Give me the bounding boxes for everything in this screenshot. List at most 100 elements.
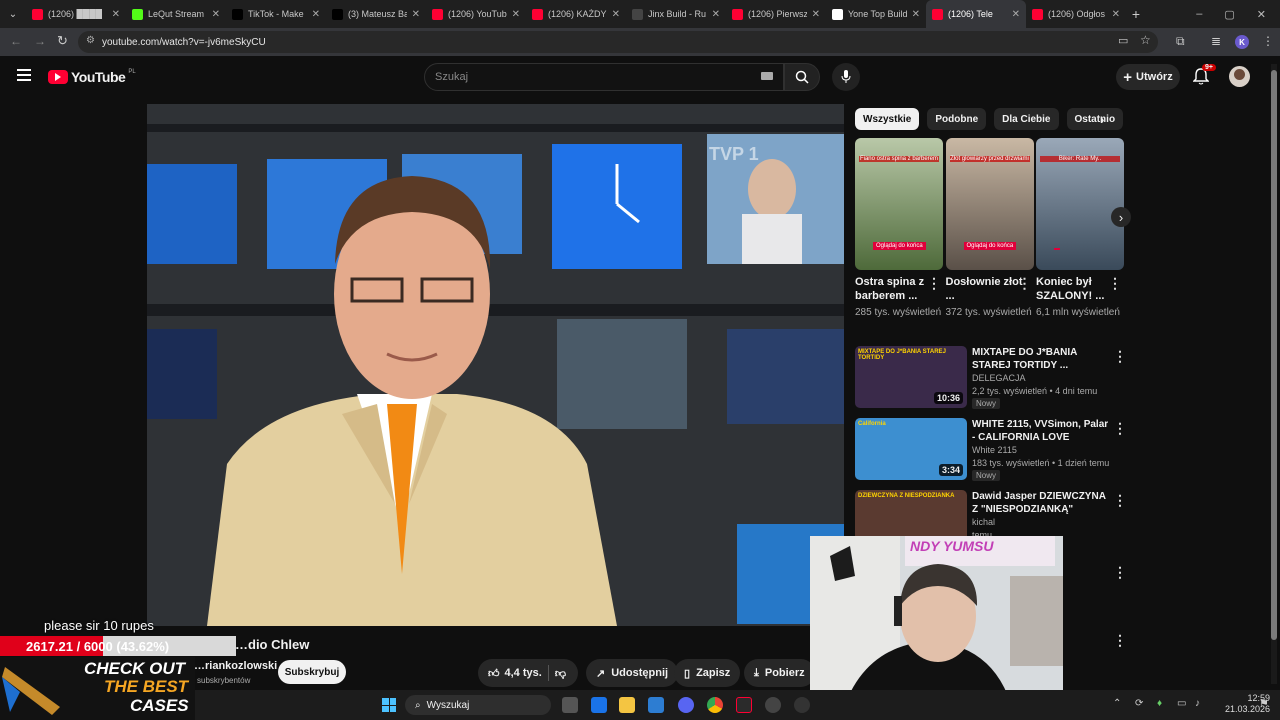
windows-start-icon[interactable] <box>382 698 396 712</box>
more-options-icon[interactable]: ⋮ <box>1018 275 1032 292</box>
share-button[interactable]: ↗ Udostępnij <box>586 659 679 687</box>
chip-3[interactable]: Ostatnio <box>1066 108 1124 130</box>
create-button[interactable]: + Utwórz <box>1116 64 1180 90</box>
video-player[interactable]: TVP 1 <box>147 104 844 626</box>
back-icon[interactable]: ← <box>10 34 22 48</box>
tray-chevron-icon[interactable]: ⌃ <box>1113 698 1121 709</box>
tab-4[interactable]: (1206) YouTube ✕ <box>426 0 526 28</box>
more-options-icon[interactable]: ⋮ <box>1113 564 1127 581</box>
channel-name[interactable]: White 2115 <box>972 445 1017 455</box>
tab-close-icon[interactable]: ✕ <box>112 9 120 20</box>
tab-close-icon[interactable]: ✕ <box>312 9 320 20</box>
tab-3[interactable]: (3) Mateusz Ba ✕ <box>326 0 426 28</box>
tab-close-icon[interactable]: ✕ <box>512 9 520 20</box>
shorts-next-button[interactable]: › <box>1111 207 1131 227</box>
tab-2[interactable]: TikTok - Make ✕ <box>226 0 326 28</box>
tab-7[interactable]: (1206) Pierwsz ✕ <box>726 0 826 28</box>
tab-close-icon[interactable]: ✕ <box>812 9 820 20</box>
app-icon[interactable] <box>794 697 810 713</box>
keyboard-icon[interactable] <box>761 72 773 80</box>
maximize-icon[interactable]: ▢ <box>1224 8 1234 21</box>
chrome-icon[interactable] <box>707 697 723 713</box>
obs-icon[interactable] <box>736 697 752 713</box>
tray-mic-icon[interactable]: ♦ <box>1157 698 1162 709</box>
tab-close-icon[interactable]: ✕ <box>612 9 620 20</box>
taskbar-search[interactable]: ⌕ Wyszukaj <box>405 695 551 715</box>
voice-search-button[interactable] <box>832 63 860 91</box>
like-button[interactable]: 👍︎ 4,4 tys. <box>488 667 542 680</box>
tab-close-icon[interactable]: ✕ <box>1012 9 1020 20</box>
volume-icon[interactable]: ♪ <box>1195 698 1200 709</box>
channel-name[interactable]: DELEGACJA <box>972 373 1026 383</box>
chip-0[interactable]: Wszystkie <box>855 108 920 130</box>
profile-avatar[interactable]: K <box>1235 35 1249 49</box>
tab-5[interactable]: (1206) KAŻDY ✕ <box>526 0 626 28</box>
short-thumbnail[interactable]: Złot glowiarzy przed drzwiami Oglądaj do … <box>945 138 1034 270</box>
subscribe-button[interactable]: Subskrybuj <box>278 660 346 684</box>
scrollbar-thumb[interactable] <box>1271 70 1277 640</box>
bookmark-star-icon[interactable]: ☆ <box>1140 33 1151 47</box>
minimize-icon[interactable]: – <box>1196 8 1202 21</box>
tab-6[interactable]: Jinx Build - Ru ✕ <box>626 0 726 28</box>
tab-1[interactable]: LeQut Stream ✕ <box>126 0 226 28</box>
chips-next-icon[interactable]: › <box>1100 112 1104 127</box>
discord-icon[interactable] <box>678 697 694 713</box>
page-scrollbar[interactable] <box>1271 64 1277 684</box>
task-view-icon[interactable] <box>562 697 578 713</box>
new-tab-button[interactable]: + <box>1126 6 1146 22</box>
search-input[interactable]: Szukaj <box>424 63 784 91</box>
thumbs-down-icon[interactable]: 👎︎ <box>555 667 566 680</box>
tab-9[interactable]: (1206) Tele ✕ <box>926 0 1026 28</box>
hamburger-menu-icon[interactable] <box>17 69 31 81</box>
tab-close-icon[interactable]: ✕ <box>912 9 920 20</box>
channel-name[interactable]: kichal <box>972 517 995 527</box>
short-thumbnail[interactable]: Fiano ostra spina z barberem Oglądaj do k… <box>855 138 943 270</box>
forward-icon[interactable]: → <box>34 34 46 48</box>
notification-center-icon[interactable]: ⚑ <box>1259 697 1269 710</box>
tab-close-icon[interactable]: ✕ <box>1112 9 1120 20</box>
chip-1[interactable]: Podobne <box>927 108 987 130</box>
more-options-icon[interactable]: ⋮ <box>1108 275 1122 292</box>
youtube-logo[interactable]: YouTube PL <box>48 69 136 85</box>
close-window-icon[interactable]: ✕ <box>1257 8 1266 21</box>
reload-icon[interactable]: ↻ <box>57 33 68 49</box>
video-title[interactable]: MIXTAPE DO J*BANIA STAREJ TORTIDY ... <box>972 346 1112 372</box>
url-field[interactable]: ⚙ youtube.com/watch?v=-jv6meSkyCU ▭ ☆ <box>78 31 1158 53</box>
edge-icon[interactable] <box>591 697 607 713</box>
channel-name[interactable]: …riankozlowski <box>194 660 277 672</box>
chip-2[interactable]: Dla Ciebie <box>994 108 1059 130</box>
short-thumbnail[interactable]: Biker: Rate My.. <box>1036 138 1124 270</box>
short-card[interactable]: Biker: Rate My.. Koniec był SZALONY! ... 6… <box>1036 138 1124 319</box>
video-title[interactable]: Dawid Jasper DZIEWCZYNA Z "NIESPODZIANKĄ… <box>972 490 1112 516</box>
recommended-video[interactable]: MIXTAPE DO J*BANIA STAREJ TORTIDY 10:36 MI… <box>855 346 1127 409</box>
tab-close-icon[interactable]: ✕ <box>412 9 420 20</box>
more-options-icon[interactable]: ⋮ <box>1113 348 1127 365</box>
video-thumbnail[interactable]: California 3:34 <box>855 418 967 480</box>
media-controls-icon[interactable]: ≣ <box>1211 34 1221 48</box>
tab-close-icon[interactable]: ✕ <box>212 9 220 20</box>
download-button[interactable]: ⤓ Pobierz <box>744 659 815 687</box>
search-button[interactable] <box>784 63 820 91</box>
extensions-icon[interactable]: ⧉ <box>1176 34 1185 49</box>
cast-icon[interactable]: ▭ <box>1118 34 1128 47</box>
steam-icon[interactable] <box>765 697 781 713</box>
file-explorer-icon[interactable] <box>619 697 635 713</box>
short-card[interactable]: Złot glowiarzy przed drzwiami Oglądaj do … <box>945 138 1034 319</box>
account-avatar[interactable] <box>1229 66 1250 87</box>
save-button[interactable]: ▯ Zapisz <box>674 659 741 687</box>
tab-close-icon[interactable]: ✕ <box>712 9 720 20</box>
site-info-icon[interactable]: ⚙ <box>86 35 95 46</box>
tab-8[interactable]: Yone Top Build ✕ <box>826 0 926 28</box>
more-options-icon[interactable]: ⋮ <box>927 275 941 292</box>
notifications-button[interactable]: 9+ <box>1192 64 1216 89</box>
recommended-video[interactable]: California 3:34 WHITE 2115, VVSimon, Palar… <box>855 418 1127 481</box>
more-options-icon[interactable]: ⋮ <box>1113 420 1127 437</box>
tab-search-chevron-icon[interactable]: ⌄ <box>0 0 26 28</box>
tab-0[interactable]: (1206) ████ ✕ <box>26 0 126 28</box>
more-options-icon[interactable]: ⋮ <box>1113 492 1127 509</box>
wifi-icon[interactable]: ▭ <box>1177 698 1186 709</box>
tab-10[interactable]: (1206) Odgłos ✕ <box>1026 0 1126 28</box>
tray-sync-icon[interactable]: ⟳ <box>1135 698 1143 709</box>
short-card[interactable]: Fiano ostra spina z barberem Oglądaj do k… <box>855 138 943 319</box>
video-title[interactable]: WHITE 2115, VVSimon, Palar - CALIFORNIA … <box>972 418 1112 444</box>
